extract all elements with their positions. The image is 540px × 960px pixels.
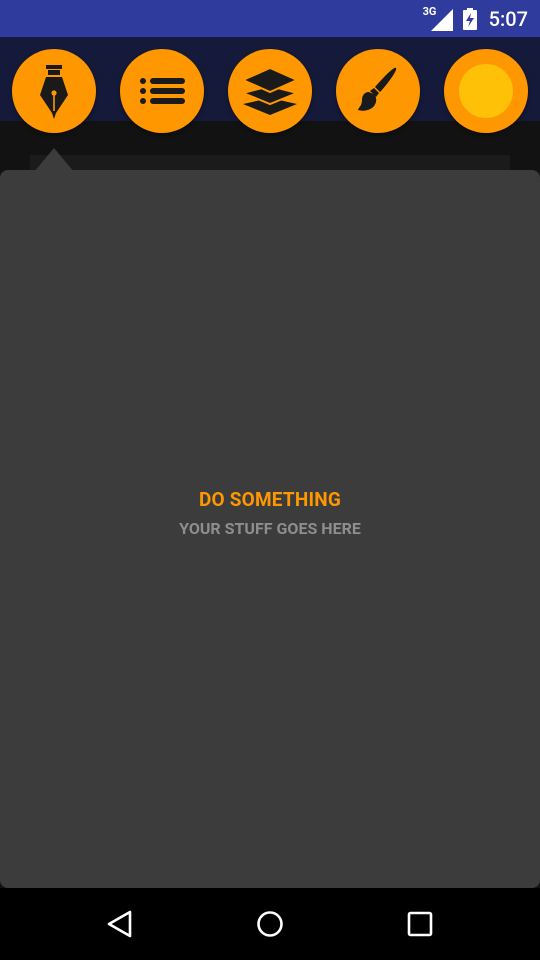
status-bar: 3G 5:07 [0,0,540,37]
battery-icon [462,8,477,30]
color-button[interactable] [444,49,528,133]
network-indicator: 3G [423,5,453,31]
fountain-pen-icon [40,65,68,119]
paintbrush-icon [358,67,397,111]
layers-button[interactable] [228,49,312,133]
recent-apps-icon [407,911,433,937]
recent-apps-button[interactable] [400,904,440,944]
list-button[interactable] [120,49,204,133]
signal-icon [430,9,453,31]
panel-subtitle: YOUR STUFF GOES HERE [179,519,361,538]
back-icon [107,910,132,938]
layers-icon [241,66,299,115]
popover-caret [34,148,74,172]
navigation-bar [0,888,540,960]
panel-title: DO SOMETHING [199,488,341,511]
home-button[interactable] [250,904,290,944]
clock: 5:07 [488,7,528,31]
brush-button[interactable] [336,49,420,133]
pen-tool-button[interactable] [12,49,96,133]
list-icon [140,78,185,104]
home-icon [257,911,283,937]
color-swatch-icon [459,64,513,118]
back-button[interactable] [100,904,140,944]
status-icons: 3G 5:07 [423,5,528,32]
